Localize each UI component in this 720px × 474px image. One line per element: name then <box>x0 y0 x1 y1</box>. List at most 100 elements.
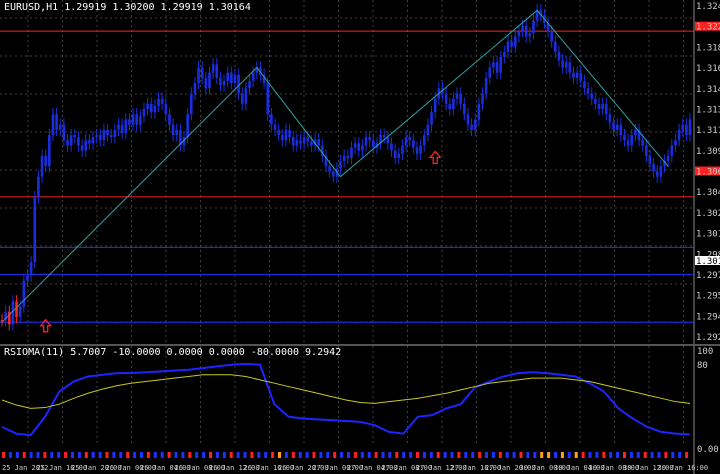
candle-body <box>26 275 29 281</box>
price-label: 1.32200 <box>696 23 720 33</box>
candle-body <box>473 119 477 130</box>
indicator-header: RSIOMA(11) 5.7007 -10.0000 0.0000 0.0000… <box>4 347 341 358</box>
candle-body <box>568 62 572 73</box>
signal-bar-cell <box>8 452 12 458</box>
signal-bar-cell <box>547 452 551 458</box>
signal-bar-cell <box>153 452 157 458</box>
candle-body <box>641 140 644 146</box>
candle-body <box>415 147 419 154</box>
candle-body <box>62 124 66 141</box>
signal-bar-cell <box>636 452 640 458</box>
candle-body <box>37 176 40 198</box>
signal-bar-cell <box>471 452 475 458</box>
candle-body <box>208 72 211 89</box>
candle-body <box>98 135 102 141</box>
signal-bar-cell <box>264 452 268 458</box>
candle-body <box>88 140 91 144</box>
candle-body <box>331 171 335 177</box>
signal-bar-cell <box>381 452 385 458</box>
candle-body <box>84 140 88 151</box>
candle-body <box>317 139 320 146</box>
candle-body <box>270 114 273 125</box>
signal-bar-cell <box>450 452 454 458</box>
signal-bar-cell <box>36 452 40 458</box>
signal-bar-cell <box>422 452 426 458</box>
candle-body <box>364 137 368 146</box>
signal-bar-cell <box>526 452 530 458</box>
candle-body <box>390 143 393 151</box>
signal-bar-cell <box>15 452 19 458</box>
signal-bar-cell <box>319 452 323 458</box>
candle-body <box>248 81 251 89</box>
candle-body <box>157 98 160 106</box>
signal-bar-cell <box>77 452 81 458</box>
signal-bar-cell <box>98 452 102 458</box>
price-label: 1.29230 <box>696 333 720 343</box>
signal-bar-cell <box>560 452 564 458</box>
signal-bar-cell <box>409 452 413 458</box>
signal-bar-cell <box>298 452 302 458</box>
signal-bar-cell <box>146 452 150 458</box>
signal-bar-cell <box>595 452 599 458</box>
candle-body <box>69 135 73 146</box>
signal-bar-cell <box>340 452 344 458</box>
candle-body <box>33 197 37 262</box>
candle-body <box>346 155 350 158</box>
candle-body <box>470 124 473 130</box>
trading-chart-window: EURUSD,H1 1.29919 1.30200 1.29919 1.3016… <box>0 0 720 474</box>
signal-bar-cell <box>402 452 406 458</box>
signal-bar-cell <box>215 452 219 458</box>
candle-body <box>670 145 674 156</box>
price-levels <box>0 30 694 323</box>
candle-body <box>280 135 284 141</box>
signal-bar-cell <box>533 452 537 458</box>
candle-body <box>623 135 626 141</box>
signal-bar-cell <box>202 452 206 458</box>
candle-body <box>397 153 401 158</box>
candle-body <box>277 129 280 136</box>
signal-bar-cell <box>574 452 578 458</box>
price-label: 1.30605 <box>696 168 720 178</box>
indicator-chart[interactable]: RSIOMA(11) 5.7007 -10.0000 0.0000 0.0000… <box>0 346 720 474</box>
candle-body <box>164 103 168 115</box>
candle-body <box>532 20 535 34</box>
candle-body <box>608 114 612 123</box>
candle-body <box>655 171 659 177</box>
candle-body <box>382 135 386 138</box>
candle-body <box>109 135 113 138</box>
candle-body <box>211 64 215 73</box>
candle-body <box>422 135 426 146</box>
signal-bar-cell <box>554 452 557 458</box>
signal-bar-cell <box>498 452 502 458</box>
candle-body <box>73 135 77 138</box>
signal-bar-cell <box>284 452 288 458</box>
symbol-header: EURUSD,H1 1.29919 1.30200 1.29919 1.3016… <box>4 2 251 13</box>
candle-body <box>408 137 412 141</box>
candle-body <box>306 137 310 142</box>
candle-body <box>66 140 69 146</box>
candle-body <box>77 137 80 146</box>
price-chart[interactable]: EURUSD,H1 1.29919 1.30200 1.29919 1.3016… <box>0 0 720 345</box>
candle-body <box>120 124 124 133</box>
candle-body <box>513 36 517 47</box>
candle-body <box>135 114 138 125</box>
time-axis: 25 Jan 201225 Jan 16:0025 Jan 20:0026 Ja… <box>2 464 708 472</box>
candle-body <box>273 124 277 130</box>
signal-bar-cell <box>457 452 461 458</box>
candle-body <box>233 74 237 84</box>
signal-bar-cell <box>485 452 488 458</box>
signal-bar-cell <box>353 452 357 458</box>
candle-body <box>590 93 594 99</box>
candle-body <box>22 280 26 307</box>
price-label: 1.31335 <box>696 105 720 115</box>
signal-bar-cell <box>140 452 143 458</box>
signal-bar-cell <box>581 452 585 458</box>
signal-bar-cell <box>305 452 309 458</box>
signal-bar-cell <box>326 452 330 458</box>
candle-body <box>634 129 637 136</box>
candle-body <box>372 140 375 148</box>
candle-body <box>302 137 306 144</box>
candle-body <box>44 155 47 167</box>
candle-body <box>117 124 120 130</box>
candle-body <box>564 62 568 68</box>
